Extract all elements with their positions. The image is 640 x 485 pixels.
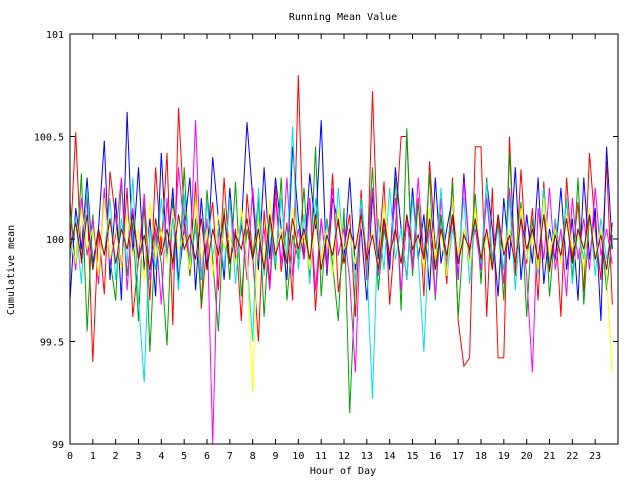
- x-tick-label: 14: [384, 451, 396, 462]
- y-axis-label: Cumulative mean: [6, 225, 17, 315]
- x-tick-label: 17: [452, 451, 464, 462]
- x-tick-label: 19: [498, 451, 510, 462]
- y-tick-label: 99.5: [40, 338, 64, 349]
- x-tick-label: 1: [90, 451, 96, 462]
- x-tick-label: 3: [135, 451, 141, 462]
- x-tick-label: 22: [566, 451, 578, 462]
- y-tick-label: 99: [52, 440, 64, 451]
- x-tick-label: 16: [429, 451, 441, 462]
- chart-title: Running Mean Value: [289, 12, 397, 23]
- x-tick-label: 0: [67, 451, 73, 462]
- line-chart: Running Mean Value 9999.5100100.5101 012…: [0, 0, 640, 480]
- x-tick-label: 6: [204, 451, 210, 462]
- y-tick-label: 101: [46, 30, 64, 41]
- x-axis-label: Hour of Day: [310, 466, 376, 477]
- x-tick-label: 18: [475, 451, 487, 462]
- x-tick-label: 4: [158, 451, 164, 462]
- x-tick-label: 10: [292, 451, 304, 462]
- x-tick-label: 11: [315, 451, 327, 462]
- x-tick-label: 9: [272, 451, 278, 462]
- x-tick-label: 2: [113, 451, 119, 462]
- x-tick-label: 23: [589, 451, 601, 462]
- y-tick-label: 100: [46, 235, 64, 246]
- y-tick-label: 100.5: [34, 133, 64, 144]
- x-tick-label: 7: [227, 451, 233, 462]
- x-tick-label: 15: [406, 451, 418, 462]
- x-tick-label: 13: [361, 451, 373, 462]
- x-tick-label: 21: [543, 451, 555, 462]
- x-tick-label: 5: [181, 451, 187, 462]
- x-tick-label: 8: [250, 451, 256, 462]
- x-tick-label: 20: [521, 451, 533, 462]
- x-tick-label: 12: [338, 451, 350, 462]
- chart-container: Running Mean Value 99 99.5 100 100.5 101 012…: [0, 0, 640, 480]
